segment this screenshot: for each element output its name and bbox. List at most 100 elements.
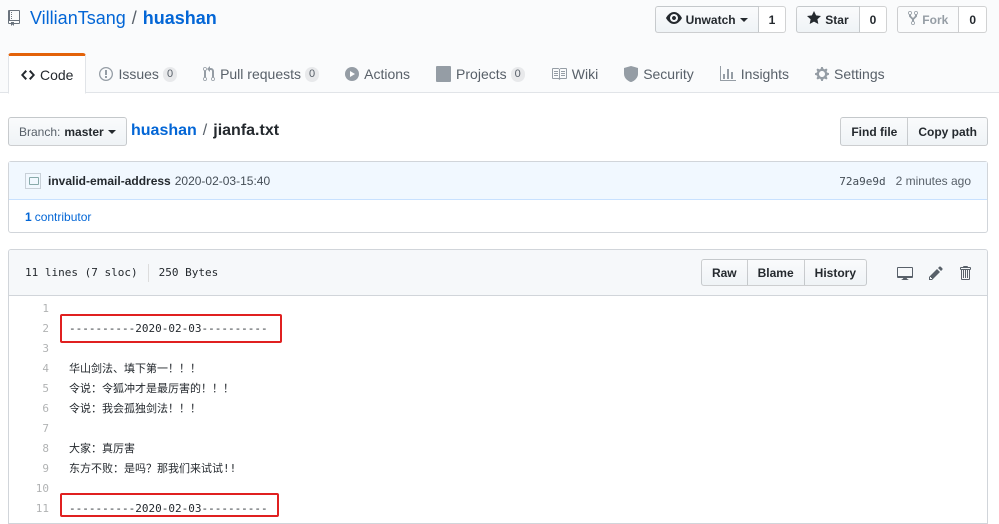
repo-nav: Code Issues 0 Pull requests 0 Actions Pr… [8, 53, 898, 94]
commit-author[interactable]: invalid-email-address [48, 174, 171, 188]
code-line: 5 令说：令狐冲才是最厉害的！！！ [9, 378, 987, 398]
book-icon [551, 66, 567, 82]
line-number[interactable]: 7 [9, 422, 51, 435]
line-content: 令说：我会孤独剑法！！！ [69, 402, 201, 415]
tab-wiki[interactable]: Wiki [538, 53, 611, 93]
tab-actions[interactable]: Actions [332, 53, 423, 93]
tab-issues[interactable]: Issues 0 [86, 53, 190, 93]
tab-label: Insights [740, 66, 790, 82]
file-button-group: Raw Blame History [700, 259, 867, 286]
repo-header: VillianTsang / huashan Unwatch 1 Star 0 … [0, 0, 999, 94]
commit-meta: 72a9e9d 2 minutes ago [839, 162, 971, 200]
fork-icon [908, 10, 922, 29]
watchers-count[interactable]: 1 [758, 6, 787, 33]
breadcrumb-separator: / [202, 122, 208, 139]
unwatch-label: Unwatch [685, 12, 736, 27]
line-content: 大家：真厉害 [69, 442, 135, 455]
forks-count[interactable]: 0 [959, 6, 987, 33]
eye-icon [665, 10, 686, 29]
star-button[interactable]: Star [796, 6, 860, 33]
tab-label: Projects [456, 66, 507, 82]
line-content: 令说：令狐冲才是最厉害的！！！ [69, 382, 234, 395]
trash-icon[interactable] [959, 265, 971, 281]
file-box: 11 lines (7 sloc) 250 Bytes Raw Blame Hi… [8, 249, 988, 524]
commit-sha[interactable]: 72a9e9d [839, 175, 885, 188]
line-number[interactable]: 2 [9, 322, 51, 335]
graph-icon [719, 66, 736, 82]
tab-label: Actions [364, 66, 411, 82]
tab-label: Issues [118, 66, 159, 82]
fork-label: Fork [922, 12, 949, 27]
line-number[interactable]: 6 [9, 402, 51, 415]
repo-icon [8, 9, 22, 28]
issue-icon [99, 66, 114, 82]
find-file-button[interactable]: Find file [840, 117, 909, 146]
avatar[interactable] [25, 172, 41, 189]
tab-pull-requests[interactable]: Pull requests 0 [190, 53, 332, 93]
chevron-down-icon [107, 129, 116, 134]
pagehead-actions: Unwatch 1 Star 0 Fork 0 [654, 6, 987, 33]
tab-label: Code [40, 66, 74, 83]
contributors-link[interactable]: 1 contributor [9, 200, 987, 233]
issues-counter: 0 [162, 66, 178, 82]
fork-group: Fork 0 [897, 6, 987, 33]
commit-message[interactable]: 2020-02-03-15:40 [175, 174, 270, 188]
projects-counter: 0 [510, 66, 525, 82]
line-number[interactable]: 8 [9, 442, 51, 455]
code-line: 4 华山剑法、填下第一！！！ [9, 358, 987, 378]
file-header: 11 lines (7 sloc) 250 Bytes Raw Blame Hi… [9, 250, 987, 296]
line-number[interactable]: 11 [9, 502, 51, 515]
tab-label: Wiki [571, 66, 599, 82]
highlight-box-top [60, 314, 282, 343]
branch-name: master [64, 124, 104, 139]
contributors-label: contributor [34, 209, 92, 224]
raw-button[interactable]: Raw [700, 259, 748, 286]
code-line: 6 令说：我会孤独剑法！！！ [9, 398, 987, 418]
breadcrumb-file: jianfa.txt [213, 122, 280, 139]
fork-button[interactable]: Fork [897, 6, 960, 33]
tab-security[interactable]: Security [611, 53, 707, 93]
tab-label: Settings [834, 66, 885, 82]
line-number[interactable]: 3 [9, 342, 51, 355]
pencil-icon[interactable] [929, 265, 943, 281]
code-line: 8 大家：真厉害 [9, 438, 987, 458]
history-button[interactable]: History [804, 259, 867, 286]
copy-path-button[interactable]: Copy path [908, 117, 988, 146]
unwatch-button[interactable]: Unwatch [654, 6, 759, 33]
commit-time: 2 minutes ago [895, 174, 971, 188]
tab-code[interactable]: Code [8, 53, 87, 94]
line-number[interactable]: 9 [9, 462, 51, 475]
stars-count[interactable]: 0 [859, 6, 888, 33]
chevron-down-icon [739, 17, 748, 22]
line-content: 东方不败：是吗？那我们来试试!! [69, 462, 237, 475]
repo-name-link[interactable]: huashan [143, 8, 217, 29]
star-label: Star [825, 12, 849, 27]
watch-group: Unwatch 1 [654, 6, 787, 33]
file-actions: Raw Blame History [700, 259, 971, 286]
desktop-icon[interactable] [897, 265, 913, 281]
branch-select-button[interactable]: Branch: master [8, 117, 127, 146]
tab-settings[interactable]: Settings [802, 53, 898, 93]
project-icon [436, 66, 452, 82]
commit-tease-box: invalid-email-address 2020-02-03-15:40 7… [8, 161, 988, 233]
commit-tease: invalid-email-address 2020-02-03-15:40 7… [9, 162, 987, 200]
line-number[interactable]: 1 [9, 302, 51, 315]
tab-projects[interactable]: Projects 0 [423, 53, 538, 93]
tab-label: Security [643, 66, 694, 82]
breadcrumb-repo-link[interactable]: huashan [131, 122, 197, 140]
breadcrumb: huashan / jianfa.txt [131, 122, 279, 140]
gear-icon [815, 66, 830, 82]
line-number[interactable]: 5 [9, 382, 51, 395]
contributors-count: 1 [25, 209, 32, 224]
repo-owner-link[interactable]: VillianTsang [30, 8, 126, 29]
line-number[interactable]: 10 [9, 482, 51, 495]
tab-label: Pull requests [220, 66, 301, 82]
code-line: 7 [9, 418, 987, 438]
line-content: 华山剑法、填下第一！！！ [69, 362, 201, 375]
line-number[interactable]: 4 [9, 362, 51, 375]
tab-insights[interactable]: Insights [707, 53, 802, 93]
blame-button[interactable]: Blame [747, 259, 805, 286]
repo-title: VillianTsang / huashan [8, 8, 217, 29]
shield-icon [624, 66, 639, 82]
file-size: 250 Bytes [158, 266, 219, 279]
